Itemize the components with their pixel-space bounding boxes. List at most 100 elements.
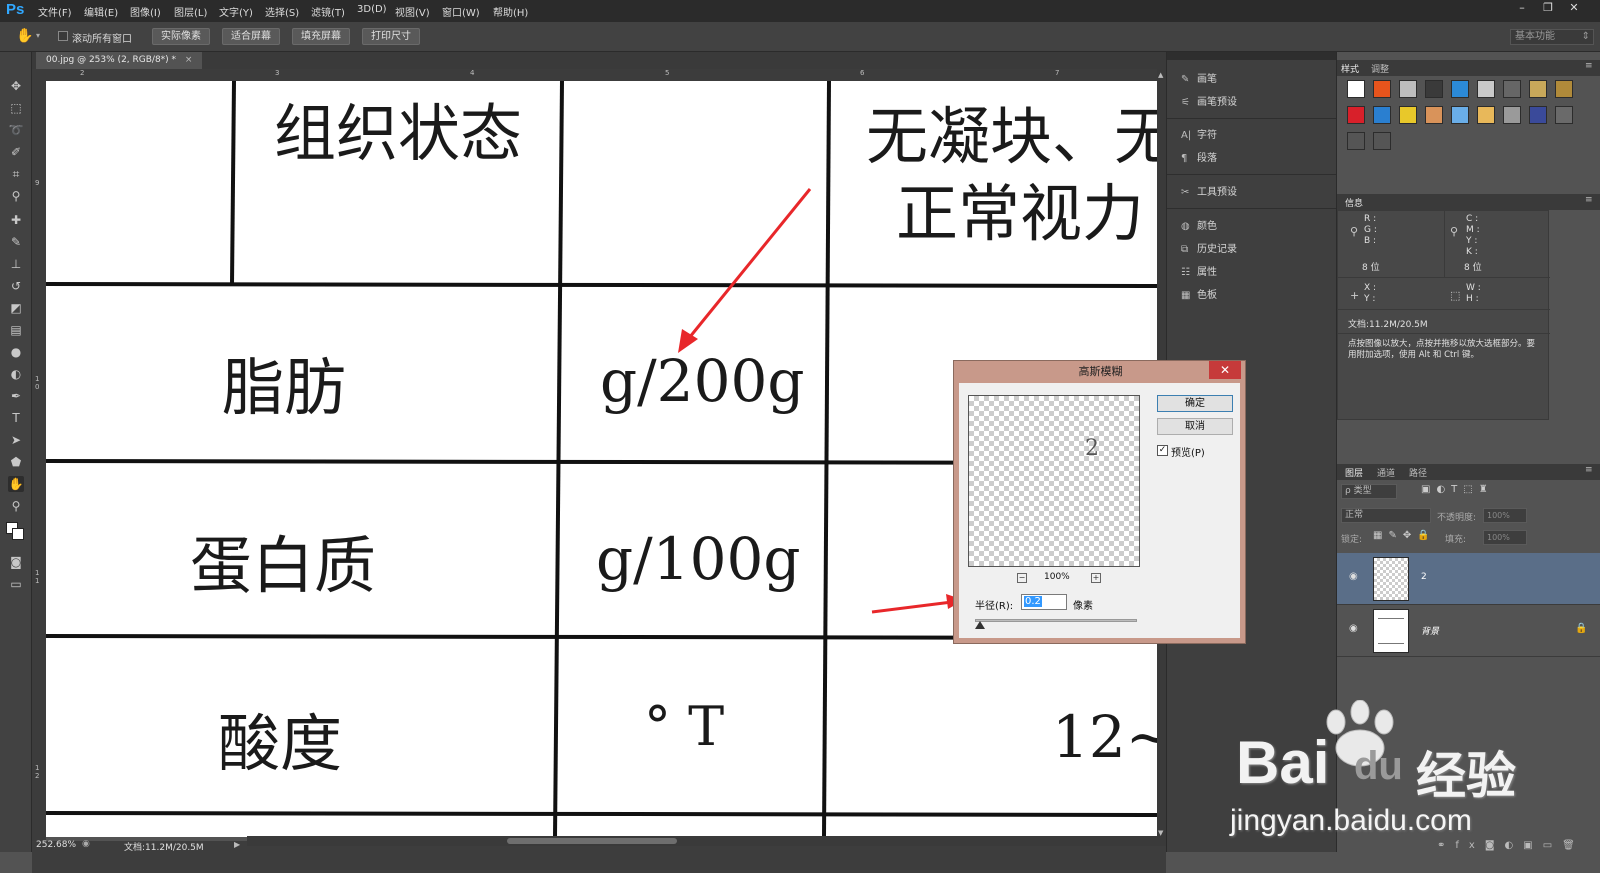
menu-window[interactable]: 窗口(W) [442, 4, 480, 19]
healing-brush-tool-icon[interactable]: ✚ [8, 212, 24, 228]
move-tool-icon[interactable]: ✥ [8, 78, 24, 94]
panel-brush[interactable]: ✎ 画笔 [1181, 71, 1217, 89]
screen-mode-icon[interactable]: ▭ [8, 576, 24, 592]
panel-brush-presets[interactable]: ⚟ 画笔预设 [1181, 94, 1237, 112]
quick-select-tool-icon[interactable]: ✐ [8, 144, 24, 160]
layer-row-background[interactable]: ◉ 背景 🔒 [1337, 605, 1600, 657]
dodge-tool-icon[interactable]: ◐ [8, 366, 24, 382]
style-swatch[interactable] [1529, 80, 1547, 98]
radius-slider-thumb[interactable] [975, 621, 985, 629]
style-swatch[interactable] [1529, 106, 1547, 124]
brush-tool-icon[interactable]: ✎ [8, 234, 24, 250]
layer-name[interactable]: 2 [1421, 572, 1427, 582]
tab-channels[interactable]: 通道 [1377, 466, 1395, 479]
layer-name[interactable]: 背景 [1421, 624, 1439, 637]
menu-view[interactable]: 视图(V) [395, 4, 430, 19]
menu-filter[interactable]: 滤镜(T) [311, 4, 345, 19]
radius-slider-track[interactable] [975, 619, 1137, 622]
hand-tool-icon[interactable]: ✋ [8, 476, 24, 492]
panel-properties[interactable]: ☷ 属性 [1181, 264, 1217, 282]
fill-screen-button[interactable]: 填充屏幕 [292, 28, 350, 45]
actual-pixels-button[interactable]: 实际像素 [152, 28, 210, 45]
cancel-button[interactable]: 取消 [1157, 418, 1233, 435]
zoom-level[interactable]: 252.68% [36, 840, 76, 850]
canvas-horizontal-scrollbar[interactable] [247, 836, 1166, 846]
tab-adjustments[interactable]: 调整 [1371, 62, 1389, 75]
style-swatch[interactable] [1425, 106, 1443, 124]
panel-paragraph[interactable]: ¶ 段落 [1181, 150, 1217, 168]
panel-color[interactable]: ◍ 颜色 [1181, 218, 1217, 236]
style-swatch[interactable] [1347, 106, 1365, 124]
zoom-out-icon[interactable]: − [1017, 573, 1027, 583]
zoom-tool-icon[interactable]: ⚲ [8, 498, 24, 514]
tab-paths[interactable]: 路径 [1409, 466, 1427, 479]
eyedropper-tool-icon[interactable]: ⚲ [8, 188, 24, 204]
style-swatch[interactable] [1451, 106, 1469, 124]
style-swatch[interactable] [1503, 80, 1521, 98]
menu-type[interactable]: 文字(Y) [219, 4, 253, 19]
tab-layers[interactable]: 图层 [1345, 466, 1363, 479]
history-brush-tool-icon[interactable]: ↺ [8, 278, 24, 294]
workspace-select[interactable]: 基本功能 ⇕ [1510, 29, 1594, 45]
menu-image[interactable]: 图像(I) [130, 4, 161, 19]
style-swatch[interactable] [1451, 80, 1469, 98]
fit-screen-button[interactable]: 适合屏幕 [222, 28, 280, 45]
style-swatch[interactable] [1425, 80, 1443, 98]
tab-styles[interactable]: 样式 [1341, 62, 1359, 75]
opacity-field[interactable]: 100% [1483, 508, 1527, 523]
panel-character[interactable]: A| 字符 [1181, 127, 1217, 145]
type-tool-icon[interactable]: T [8, 410, 24, 426]
lock-icons[interactable]: ▦✎✥🔒 [1373, 530, 1436, 541]
menu-3d[interactable]: 3D(D) [357, 4, 387, 15]
status-info-icon[interactable]: ◉ [82, 839, 90, 849]
print-size-button[interactable]: 打印尺寸 [362, 28, 420, 45]
menu-layer[interactable]: 图层(L) [174, 4, 207, 19]
menu-help[interactable]: 帮助(H) [493, 4, 528, 19]
path-select-tool-icon[interactable]: ➤ [8, 432, 24, 448]
crop-tool-icon[interactable]: ⌗ [8, 166, 24, 182]
layer-filter-kind[interactable]: ρ 类型 [1341, 484, 1397, 499]
visibility-eye-icon[interactable]: ◉ [1349, 571, 1358, 582]
visibility-eye-icon[interactable]: ◉ [1349, 623, 1358, 634]
panel-tool-presets[interactable]: ✂ 工具预设 [1181, 184, 1237, 202]
hand-tool-icon[interactable]: ✋ [16, 28, 33, 44]
style-swatch[interactable] [1477, 80, 1495, 98]
style-swatch[interactable] [1477, 106, 1495, 124]
tool-preset-dropdown-icon[interactable]: ▾ [36, 31, 40, 40]
restore-button[interactable]: ❐ [1536, 1, 1560, 15]
status-menu-arrow-icon[interactable]: ▶ [234, 840, 240, 849]
style-swatch[interactable] [1373, 132, 1391, 150]
close-tab-icon[interactable]: × [185, 55, 193, 65]
close-window-button[interactable]: ✕ [1562, 1, 1586, 15]
fill-field[interactable]: 100% [1483, 530, 1527, 545]
radius-input[interactable]: 0.2 [1021, 594, 1067, 610]
blur-preview[interactable]: 2 [968, 395, 1140, 567]
panel-swatches[interactable]: ▦ 色板 [1181, 287, 1217, 305]
marquee-tool-icon[interactable]: ⬚ [8, 100, 24, 116]
scroll-up-icon[interactable]: ▲ [1158, 71, 1163, 79]
tab-info[interactable]: 信息 [1345, 196, 1363, 209]
layer-row-2[interactable]: ◉ 2 [1337, 553, 1600, 605]
horizontal-scroll-thumb[interactable] [507, 838, 677, 844]
eraser-tool-icon[interactable]: ◩ [8, 300, 24, 316]
panel-history[interactable]: ⧉ 历史记录 [1181, 241, 1237, 259]
pen-tool-icon[interactable]: ✒ [8, 388, 24, 404]
style-swatch[interactable] [1555, 80, 1573, 98]
blend-mode-select[interactable]: 正常 [1341, 508, 1431, 523]
panel-menu-icon[interactable]: ≡ [1585, 195, 1593, 205]
clone-stamp-tool-icon[interactable]: ⊥ [8, 256, 24, 272]
dialog-close-button[interactable]: ✕ [1209, 361, 1241, 379]
style-swatch[interactable] [1503, 106, 1521, 124]
preview-checkbox[interactable]: ✓ [1157, 445, 1168, 456]
menu-edit[interactable]: 编辑(E) [84, 4, 118, 19]
gradient-tool-icon[interactable]: ▤ [8, 322, 24, 338]
menu-select[interactable]: 选择(S) [265, 4, 299, 19]
panel-menu-icon[interactable]: ≡ [1585, 61, 1593, 71]
blur-tool-icon[interactable]: ● [8, 344, 24, 360]
style-swatch[interactable] [1347, 132, 1365, 150]
menu-file[interactable]: 文件(F) [38, 4, 72, 19]
document-tab[interactable]: 00.jpg @ 253% (2, RGB/8*) * × [36, 52, 203, 69]
minimize-button[interactable]: – [1510, 1, 1534, 15]
style-swatch[interactable] [1373, 106, 1391, 124]
zoom-in-icon[interactable]: + [1091, 573, 1101, 583]
